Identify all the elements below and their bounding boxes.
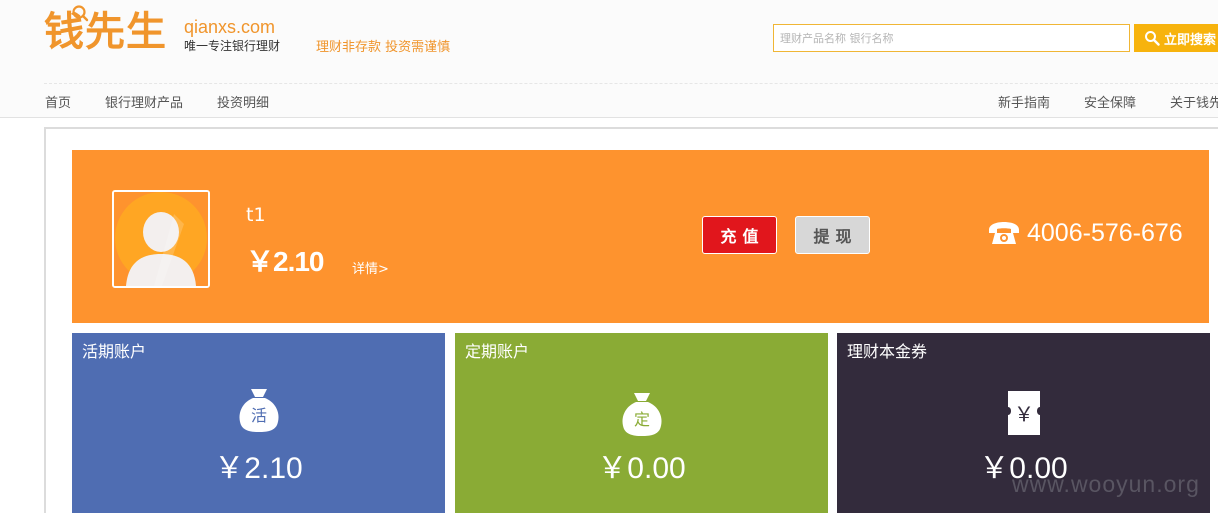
card-title: 定期账户: [465, 342, 530, 361]
account-banner: t1 ￥2.10 详情> 充值 提现 4006-576-676: [72, 150, 1209, 323]
recharge-button[interactable]: 充值: [702, 216, 777, 254]
nav-investment-details[interactable]: 投资明细: [217, 95, 269, 113]
bag-label: 活: [250, 406, 266, 425]
total-balance: ￥2.10: [246, 246, 324, 277]
card-fixed-account[interactable]: 定期账户 定 ￥0.00: [455, 333, 828, 513]
logo-chinese-text: 钱先生: [44, 9, 167, 55]
username: t1: [246, 204, 266, 226]
card-title: 活期账户: [82, 342, 147, 361]
card-amount: ￥2.10: [214, 452, 303, 485]
risk-slogan: 理财非存款 投资需谨慎: [316, 40, 451, 55]
logo-tagline: 唯一专注银行理财: [184, 39, 281, 53]
nav-bank-products[interactable]: 银行理财产品: [105, 95, 183, 113]
money-bag-icon: 活: [239, 389, 278, 432]
withdraw-button[interactable]: 提现: [795, 216, 870, 254]
site-header: 钱先生 qianxs.com 唯一专注银行理财 理财非存款 投资需谨慎 立即搜索…: [0, 0, 1218, 118]
telephone-icon: [989, 222, 1019, 244]
watermark: www.wooyun.org: [1012, 471, 1200, 497]
card-current-account[interactable]: 活期账户 活 ￥2.10: [72, 333, 445, 513]
voucher-ticket-icon: ￥: [1007, 391, 1040, 435]
hotline-number: 4006-576-676: [1027, 219, 1183, 247]
nav-about[interactable]: 关于钱先生: [1170, 95, 1218, 113]
nav-security[interactable]: 安全保障: [1084, 95, 1136, 113]
money-bag-icon: 定: [622, 393, 661, 436]
hotline: 4006-576-676: [987, 216, 1183, 250]
avatar[interactable]: [112, 190, 210, 288]
details-link[interactable]: 详情>: [352, 262, 389, 278]
card-amount: ￥0.00: [597, 452, 686, 485]
nav-beginner-guide[interactable]: 新手指南: [998, 95, 1050, 113]
card-title: 理财本金券: [847, 342, 928, 361]
search-button[interactable]: 立即搜索: [1134, 24, 1218, 52]
search-icon: [1145, 31, 1160, 46]
site-logo[interactable]: 钱先生 qianxs.com 唯一专注银行理财: [44, 5, 284, 62]
header-divider: [44, 83, 1218, 84]
bag-label: 定: [633, 410, 649, 429]
user-silhouette-icon: [114, 192, 208, 286]
search-input[interactable]: [773, 24, 1130, 52]
nav-home[interactable]: 首页: [45, 95, 71, 113]
magnifier-icon: [72, 5, 89, 22]
logo-domain: qianxs.com: [184, 17, 276, 37]
ticket-label: ￥: [1014, 402, 1034, 426]
search-button-label: 立即搜索: [1164, 31, 1217, 47]
